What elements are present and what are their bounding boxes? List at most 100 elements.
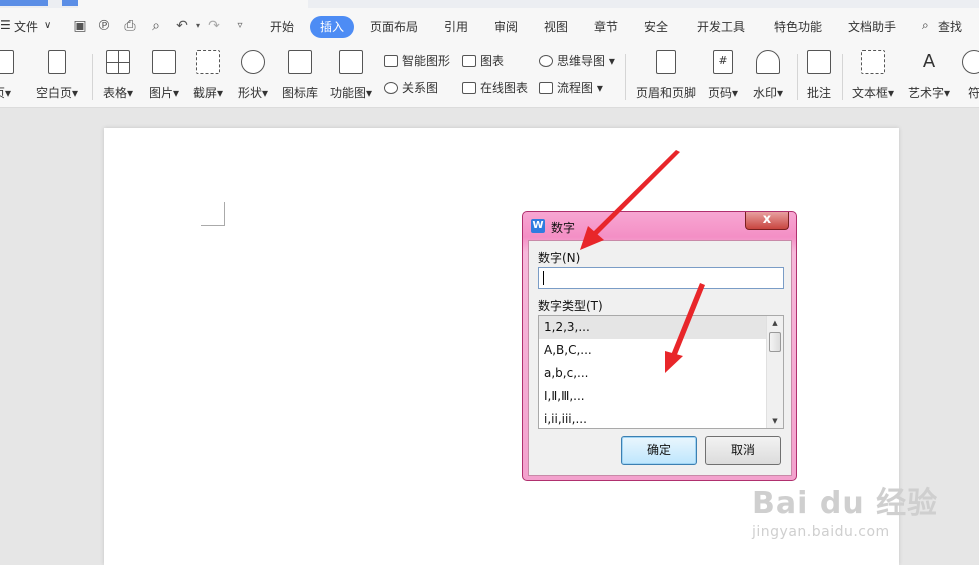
menu-icon[interactable]: ☰ xyxy=(0,18,11,32)
mindmap-button[interactable]: 思维导图 ▾ xyxy=(539,52,615,69)
icon-library-icon xyxy=(288,50,312,74)
blank-page-label: 空白页▾ xyxy=(35,86,79,100)
page-number-label: 页码▾ xyxy=(707,86,739,100)
textbox-button[interactable]: 文本框▾ xyxy=(850,50,896,101)
comment-button[interactable]: 批注 xyxy=(804,50,834,101)
list-item[interactable]: A,B,C,... xyxy=(539,339,767,362)
save-icon[interactable]: ▣ xyxy=(72,18,88,34)
tab-start[interactable]: 开始 xyxy=(270,18,294,35)
list-item[interactable]: 1,2,3,... xyxy=(539,316,767,339)
divider xyxy=(842,54,843,100)
icon-library-button[interactable]: 图标库 xyxy=(281,50,319,101)
undo-icon[interactable]: ↶ xyxy=(174,18,190,34)
shape-button[interactable]: 形状▾ xyxy=(235,50,271,101)
margin-corner-mark xyxy=(201,225,225,226)
comment-label: 批注 xyxy=(806,86,831,100)
tab-references[interactable]: 引用 xyxy=(444,18,468,35)
tab-developer[interactable]: 开发工具 xyxy=(697,18,745,35)
relation-chart-button[interactable]: 关系图 xyxy=(384,79,438,96)
undo-dropdown-icon[interactable]: ▾ xyxy=(190,18,206,34)
tab-strip-space xyxy=(78,0,308,8)
tab-special-features[interactable]: 特色功能 xyxy=(774,18,822,35)
online-chart-button[interactable]: 在线图表 xyxy=(462,79,528,96)
table-icon xyxy=(106,50,130,74)
tab-view[interactable]: 视图 xyxy=(544,18,568,35)
scroll-up-icon[interactable]: ▲ xyxy=(767,316,783,330)
smart-art-button[interactable]: 智能图形 xyxy=(384,52,450,69)
close-button[interactable]: x xyxy=(745,212,789,230)
shape-icon xyxy=(241,50,265,74)
watermark-brand: Bai du 经验 xyxy=(752,486,939,521)
list-scrollbar[interactable]: ▲ ▼ xyxy=(766,316,783,428)
picture-icon xyxy=(152,50,176,74)
watermark-url: jingyan.baidu.com xyxy=(752,524,890,540)
cancel-button[interactable]: 取消 xyxy=(705,436,781,465)
list-item[interactable]: a,b,c,... xyxy=(539,362,767,385)
chart-icon xyxy=(462,55,476,67)
number-dialog: W 数字 x 数字(N) 数字类型(T) 1,2,3,... A,B,C,...… xyxy=(522,211,797,481)
flowchart-icon xyxy=(539,82,553,94)
blank-page-button[interactable]: 空白页▾ xyxy=(34,50,80,101)
customize-icon[interactable]: ▿ xyxy=(232,18,248,34)
tab-chapter[interactable]: 章节 xyxy=(594,18,618,35)
picture-button[interactable]: 图片▾ xyxy=(146,50,182,101)
scroll-thumb[interactable] xyxy=(769,332,781,352)
watermark-icon xyxy=(756,50,780,74)
export-icon[interactable]: ℗ xyxy=(96,18,112,34)
document-tab[interactable] xyxy=(0,0,48,6)
flowchart-button[interactable]: 流程图 ▾ xyxy=(539,79,603,96)
watermark-label: 水印▾ xyxy=(752,86,784,100)
menu-bar: ☰ 文件 ∨ ▣ ℗ ⎙ ⌕ ↶ ▾ ↷ ▿ 开始 插入 页面布局 引用 审阅 … xyxy=(0,8,979,44)
symbol-label: 符 xyxy=(967,86,979,100)
page-number-icon: # xyxy=(713,50,733,74)
baidu-jingyan-watermark: Bai du 经验 jingyan.baidu.com xyxy=(752,478,938,540)
number-type-label: 数字类型(T) xyxy=(538,299,603,313)
function-chart-label: 功能图▾ xyxy=(329,86,373,100)
print-preview-icon[interactable]: ⌕ xyxy=(148,18,164,34)
picture-label: 图片▾ xyxy=(148,86,180,100)
tab-doc-assistant[interactable]: 文档助手 xyxy=(848,18,896,35)
file-menu[interactable]: 文件 xyxy=(14,18,38,35)
list-item[interactable]: Ⅰ,Ⅱ,Ⅲ,... xyxy=(539,385,767,408)
wps-writer-icon: W xyxy=(531,219,545,233)
table-button[interactable]: 表格▾ xyxy=(100,50,136,101)
tab-security[interactable]: 安全 xyxy=(644,18,668,35)
list-item[interactable]: i,ii,iii,... xyxy=(539,408,767,428)
search-button[interactable]: 查找 xyxy=(938,18,962,35)
page-number-button[interactable]: # 页码▾ xyxy=(704,50,742,101)
tab-page-layout[interactable]: 页面布局 xyxy=(370,18,418,35)
header-footer-label: 页眉和页脚 xyxy=(635,86,696,100)
ok-button[interactable]: 确定 xyxy=(621,436,697,465)
header-footer-button[interactable]: 页眉和页脚 xyxy=(634,50,698,101)
function-chart-icon xyxy=(339,50,363,74)
symbol-icon xyxy=(962,50,979,74)
redo-icon[interactable]: ↷ xyxy=(206,18,222,34)
function-chart-button[interactable]: 功能图▾ xyxy=(328,50,374,101)
divider xyxy=(797,54,798,100)
number-label: 数字(N) xyxy=(538,251,581,265)
page-label: 页▾ xyxy=(0,86,12,100)
comment-icon xyxy=(807,50,831,74)
dialog-body: 数字(N) 数字类型(T) 1,2,3,... A,B,C,... a,b,c,… xyxy=(528,240,792,476)
watermark-button[interactable]: 水印▾ xyxy=(750,50,786,101)
search-icon[interactable]: ⌕ xyxy=(922,18,929,33)
textbox-icon xyxy=(861,50,885,74)
page-break-icon xyxy=(0,50,14,74)
print-icon[interactable]: ⎙ xyxy=(122,18,138,34)
textbox-label: 文本框▾ xyxy=(851,86,895,100)
symbol-button[interactable]: 符 xyxy=(962,50,979,101)
margin-corner-mark xyxy=(224,202,225,226)
tab-review[interactable]: 审阅 xyxy=(494,18,518,35)
chevron-down-icon[interactable]: ∨ xyxy=(44,20,51,31)
number-type-list[interactable]: 1,2,3,... A,B,C,... a,b,c,... Ⅰ,Ⅱ,Ⅲ,... … xyxy=(538,315,784,429)
tab-insert[interactable]: 插入 xyxy=(310,16,354,38)
scroll-down-icon[interactable]: ▼ xyxy=(767,414,783,428)
wordart-button[interactable]: A 艺术字▾ xyxy=(906,50,952,101)
window-tab-strip xyxy=(0,0,979,8)
number-input[interactable] xyxy=(538,267,784,289)
chart-button[interactable]: 图表 xyxy=(462,52,504,69)
blank-page-icon xyxy=(48,50,66,74)
new-tab-indicator[interactable] xyxy=(62,0,78,6)
page-button[interactable]: 页▾ xyxy=(0,50,16,101)
screenshot-button[interactable]: 截屏▾ xyxy=(190,50,226,101)
